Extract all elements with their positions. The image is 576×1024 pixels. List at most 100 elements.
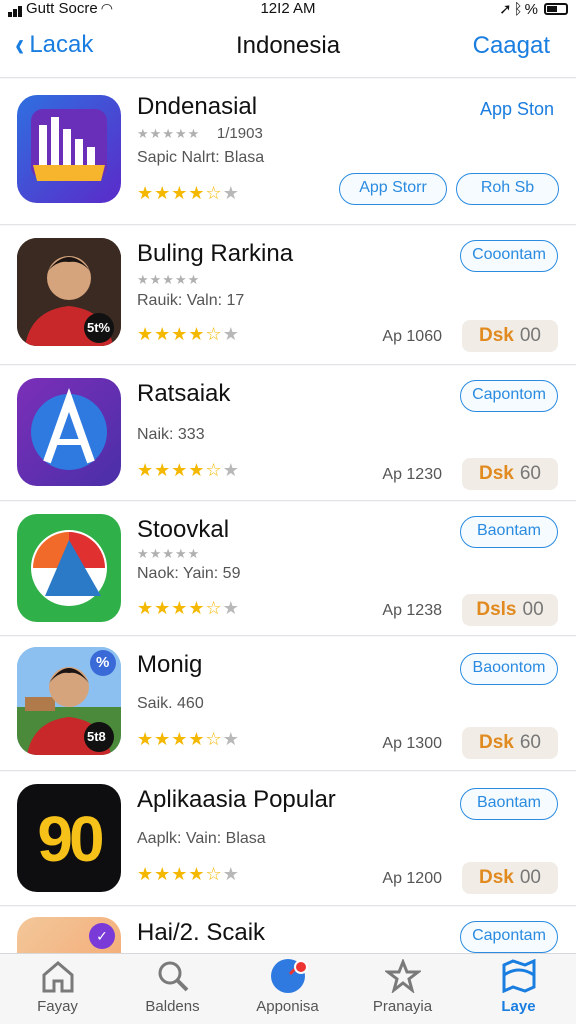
app-subtitle: Aaplk: Vain: Blasa xyxy=(137,830,266,847)
download-icon: Dsk xyxy=(479,867,514,888)
app-icon-chart xyxy=(17,95,121,203)
download-count: 00 xyxy=(522,599,544,620)
download-count: 00 xyxy=(519,325,541,346)
price-label: Ap 1200 xyxy=(382,870,442,887)
app-name: Monig xyxy=(137,651,203,678)
icon-badge: 5t8 xyxy=(87,729,106,744)
app-icon-compass xyxy=(17,514,121,622)
price-label: Ap 1060 xyxy=(382,328,442,345)
tab-apps[interactable]: Apponisa xyxy=(230,954,345,1024)
tab-label: Pranayia xyxy=(372,998,433,1015)
app-name: Aplikaasia Popular xyxy=(137,786,336,813)
download-count: 60 xyxy=(519,732,541,753)
tab-label: Fayay xyxy=(37,998,78,1015)
nav-right-button[interactable]: Caagat xyxy=(473,32,550,60)
app-name: Buling Rarkina xyxy=(137,240,294,267)
app-subtitle: Sapic Nalrt: Blasa xyxy=(137,149,265,166)
download-button[interactable]: Dsk 60 xyxy=(462,458,558,490)
app-icon-number: 90 xyxy=(17,784,121,892)
star-rating: ★★★★☆★ xyxy=(137,729,240,749)
download-button[interactable]: Dsk 00 xyxy=(462,320,558,352)
small-stars: ★★★★★ 1/1903 xyxy=(137,125,263,142)
get-button[interactable]: Cooontam xyxy=(460,240,558,272)
list-item[interactable]: 5t% Buling Rarkina ★★★★★ Rauik: Valn: 17… xyxy=(0,226,576,365)
app-name: Stoovkal xyxy=(137,516,230,543)
app-name: Dndenasial xyxy=(137,93,258,120)
app-icon-partial: ✓ xyxy=(17,917,121,953)
price-label: Ap 1300 xyxy=(382,735,442,752)
star-rating: ★★★★☆★ xyxy=(137,460,240,480)
download-count: 60 xyxy=(519,463,541,484)
app-subtitle: Naik: 333 xyxy=(137,426,205,443)
download-button[interactable]: Dsk 60 xyxy=(462,727,558,759)
app-name: Hai/2. Scaik xyxy=(137,919,266,946)
app-icon-portrait: 5t% xyxy=(17,238,121,346)
get-button[interactable]: Baontam xyxy=(460,516,558,548)
pie-chart-icon xyxy=(31,530,107,606)
list-item[interactable]: 90 Aplikaasia Popular Aaplk: Vain: Blasa… xyxy=(0,772,576,906)
download-button[interactable]: Dsk 00 xyxy=(462,862,558,894)
number-logo: 90 xyxy=(37,803,104,875)
tab-favorites[interactable]: Pranayia xyxy=(345,954,460,1024)
download-icon: Dsk xyxy=(479,732,514,753)
tab-map[interactable]: Laye xyxy=(461,954,576,1024)
get-button[interactable]: Capontam xyxy=(460,921,558,953)
secondary-button[interactable]: Roh Sb xyxy=(456,173,559,205)
location-icon: ➚ xyxy=(499,1,512,18)
small-stars: ★★★★★ xyxy=(137,546,201,561)
tab-bar: Fayay Baldens Apponisa Pranayia Laye xyxy=(0,953,576,1024)
app-subtitle: Rauik: Valn: 17 xyxy=(137,292,245,309)
download-button[interactable]: Dsls 00 xyxy=(462,594,558,626)
app-icon-portrait: 5t8 % xyxy=(17,647,121,755)
get-button[interactable]: Baontam xyxy=(460,788,558,820)
icon-badge-top: % xyxy=(96,654,110,671)
get-button[interactable]: Capontom xyxy=(460,380,558,412)
letter-a-icon xyxy=(31,388,107,470)
review-count: 1/1903 xyxy=(216,125,263,142)
search-icon xyxy=(115,954,230,998)
map-icon xyxy=(461,954,576,998)
app-subtitle: Naok: Yain: 59 xyxy=(137,565,241,582)
tab-search[interactable]: Baldens xyxy=(115,954,230,1024)
app-icon-letter xyxy=(17,378,121,486)
battery-icon xyxy=(544,3,568,15)
list-item[interactable]: 5t8 % Monig Saik. 460 ★★★★☆★ Baoontom Ap… xyxy=(0,637,576,771)
app-name: Ratsaiak xyxy=(137,380,231,407)
list-item[interactable]: Stoovkal ★★★★★ Naok: Yain: 59 ★★★★☆★ Bao… xyxy=(0,502,576,636)
list-item[interactable]: ✓ Hai/2. Scaik Capontam xyxy=(0,907,576,953)
bar-chart-icon xyxy=(31,109,107,181)
navigation-bar: ‹ Lacak Indonesia Caagat xyxy=(0,18,576,78)
tab-label: Apponisa xyxy=(256,998,319,1015)
compass-icon xyxy=(230,954,345,998)
app-list: Dndenasial ★★★★★ 1/1903 Sapic Nalrt: Bla… xyxy=(0,79,576,953)
bluetooth-icon: ᛒ xyxy=(513,0,523,18)
check-icon: ✓ xyxy=(89,923,115,949)
star-rating: ★★★★☆★ xyxy=(137,864,240,884)
tab-label: Baldens xyxy=(145,998,200,1015)
status-right-icons: ➚ ᛒ % xyxy=(499,0,568,18)
status-bar: Gutt Socre ◠ 12I2 AM ➚ ᛒ % xyxy=(0,0,576,18)
star-rating: ★★★★☆★ xyxy=(137,183,240,203)
tab-label: Laye xyxy=(501,998,536,1015)
notification-badge xyxy=(294,960,308,974)
star-icon xyxy=(345,954,460,998)
list-item[interactable]: Ratsaiak Naik: 333 ★★★★☆★ Capontom Ap 12… xyxy=(0,366,576,501)
tab-home[interactable]: Fayay xyxy=(0,954,115,1024)
download-icon: Dsk xyxy=(479,463,514,484)
price-label: Ap 1230 xyxy=(382,466,442,483)
star-rating: ★★★★☆★ xyxy=(137,598,240,618)
star-rating: ★★★★☆★ xyxy=(137,324,240,344)
list-item[interactable]: Dndenasial ★★★★★ 1/1903 Sapic Nalrt: Bla… xyxy=(0,79,576,225)
icon-badge: 5t% xyxy=(87,320,111,335)
app-subtitle: Saik. 460 xyxy=(137,695,204,712)
app-store-button[interactable]: App Storr xyxy=(339,173,447,205)
price-label: Ap 1238 xyxy=(382,602,442,619)
download-icon: Dsls xyxy=(476,599,517,620)
download-icon: Dsk xyxy=(479,325,514,346)
get-button[interactable]: Baoontom xyxy=(460,653,558,685)
app-store-link[interactable]: App Ston xyxy=(480,99,554,120)
alarm-icon: % xyxy=(524,0,538,18)
home-icon xyxy=(0,954,115,998)
small-stars: ★★★★★ xyxy=(137,272,201,287)
download-count: 00 xyxy=(519,867,541,888)
